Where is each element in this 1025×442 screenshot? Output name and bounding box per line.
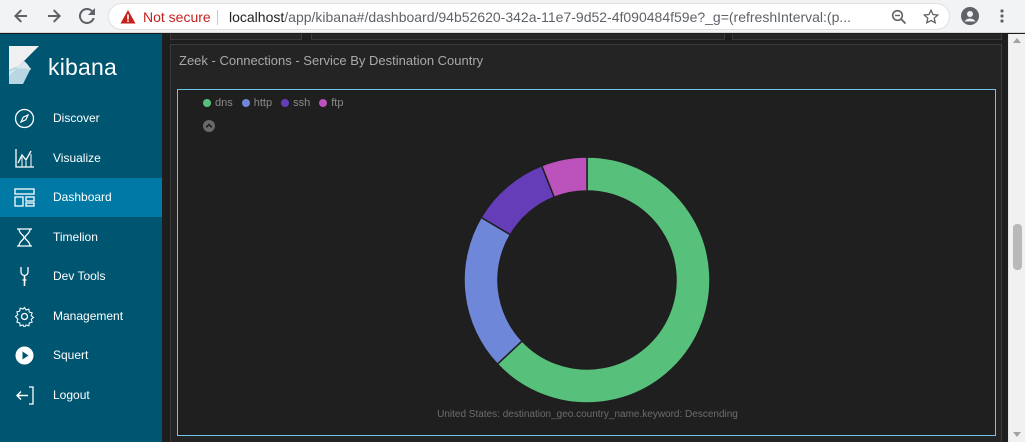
sidebar-item-management[interactable]: Management bbox=[0, 297, 162, 336]
more-vertical-icon bbox=[1000, 9, 1004, 23]
sidebar-item-label: Visualize bbox=[53, 151, 101, 165]
sidebar-item-dev-tools[interactable]: Dev Tools bbox=[0, 257, 162, 296]
address-separator bbox=[217, 10, 218, 25]
legend-label: dns bbox=[215, 97, 233, 109]
forward-button[interactable] bbox=[42, 4, 66, 28]
logout-icon bbox=[16, 386, 34, 405]
star-icon bbox=[923, 9, 939, 25]
legend-dot-http bbox=[241, 99, 250, 107]
chart-icon bbox=[15, 149, 34, 168]
back-button[interactable] bbox=[9, 4, 33, 28]
play-icon bbox=[15, 346, 34, 365]
visualization-panel[interactable]: Zeek - Connections - Service By Destinat… bbox=[170, 44, 1002, 442]
page-scrollbar[interactable] bbox=[1008, 34, 1025, 442]
scroll-up-arrow-icon[interactable] bbox=[1013, 38, 1021, 43]
scroll-thumb[interactable] bbox=[1013, 224, 1022, 270]
wrench-icon bbox=[20, 267, 29, 286]
sidebar-item-visualize[interactable]: Visualize bbox=[0, 139, 162, 178]
donut-chart[interactable] bbox=[462, 155, 712, 405]
legend-dot-ftp bbox=[319, 99, 328, 107]
panel-title: Zeek - Connections - Service By Destinat… bbox=[179, 53, 484, 68]
forward-arrow-icon bbox=[48, 9, 61, 23]
reload-button[interactable] bbox=[75, 4, 99, 28]
scroll-down-arrow-icon[interactable] bbox=[1013, 432, 1021, 437]
dashboard-icon bbox=[14, 188, 35, 207]
legend-label: ftp bbox=[331, 97, 344, 109]
legend-item-http[interactable]: http bbox=[241, 97, 273, 109]
gear-icon bbox=[14, 306, 35, 327]
legend-toggle-icon[interactable] bbox=[203, 120, 215, 132]
url-host: localhost bbox=[229, 9, 285, 25]
sidebar-item-dashboard[interactable]: Dashboard bbox=[0, 178, 162, 217]
sidebar-item-label: Logout bbox=[53, 388, 90, 402]
legend-dot-ssh bbox=[281, 99, 290, 107]
previous-panels-edge bbox=[170, 34, 1002, 40]
logo-text[interactable]: kibana bbox=[48, 54, 117, 81]
chart-legend: dns http ssh ftp bbox=[203, 97, 343, 109]
legend-item-ftp[interactable]: ftp bbox=[319, 97, 343, 109]
account-icon bbox=[961, 7, 979, 25]
legend-item-ssh[interactable]: ssh bbox=[281, 97, 310, 109]
bookmark-button[interactable] bbox=[921, 7, 941, 27]
legend-label: ssh bbox=[293, 97, 311, 109]
kibana-logo-icon[interactable] bbox=[9, 46, 39, 84]
dashboard-area: Zeek - Connections - Service By Destinat… bbox=[162, 34, 1008, 442]
sidebar-item-logout[interactable]: Logout bbox=[0, 376, 162, 415]
sidebar-item-label: Management bbox=[53, 309, 124, 323]
menu-button[interactable] bbox=[990, 4, 1014, 28]
sidebar-item-timelion[interactable]: Timelion bbox=[0, 218, 162, 257]
timelion-icon bbox=[17, 228, 32, 247]
url-path: /app/kibana#/dashboard/94b52620-342a-11e… bbox=[284, 9, 852, 25]
not-secure-label[interactable]: Not secure bbox=[143, 9, 211, 25]
donut-slice-ssh[interactable] bbox=[480, 164, 556, 236]
address-bar[interactable]: Not secure localhost/app/kibana#/dashboa… bbox=[108, 3, 950, 30]
legend-item-dns[interactable]: dns bbox=[203, 97, 233, 109]
back-arrow-icon bbox=[14, 9, 27, 23]
sidebar-item-label: Dev Tools bbox=[53, 269, 106, 283]
zoom-button[interactable] bbox=[889, 7, 909, 27]
donut-slice-http[interactable] bbox=[463, 216, 524, 366]
profile-button[interactable] bbox=[958, 4, 982, 28]
sidebar-item-discover[interactable]: Discover bbox=[0, 99, 162, 138]
compass-icon bbox=[14, 108, 35, 129]
sidebar-item-label: Squert bbox=[53, 348, 89, 362]
sidebar: kibana Discover Visualize Dashboard Time… bbox=[0, 34, 162, 442]
sidebar-item-label: Dashboard bbox=[53, 190, 112, 204]
reload-icon bbox=[79, 8, 95, 24]
sidebar-item-squert[interactable]: Squert bbox=[0, 336, 162, 375]
warning-icon bbox=[120, 10, 136, 24]
legend-dot-dns bbox=[203, 99, 211, 107]
chart-caption: United States: destination_geo.country_n… bbox=[437, 409, 738, 420]
legend-label: http bbox=[253, 97, 273, 109]
browser-toolbar: Not secure localhost/app/kibana#/dashboa… bbox=[0, 0, 1025, 33]
magnifier-icon bbox=[891, 9, 907, 25]
visualization-container[interactable]: dns http ssh ftp United States: destinat… bbox=[177, 89, 996, 436]
sidebar-item-label: Timelion bbox=[53, 230, 98, 244]
sidebar-item-label: Discover bbox=[53, 111, 100, 125]
url-text[interactable]: localhost/app/kibana#/dashboard/94b52620… bbox=[229, 9, 889, 25]
